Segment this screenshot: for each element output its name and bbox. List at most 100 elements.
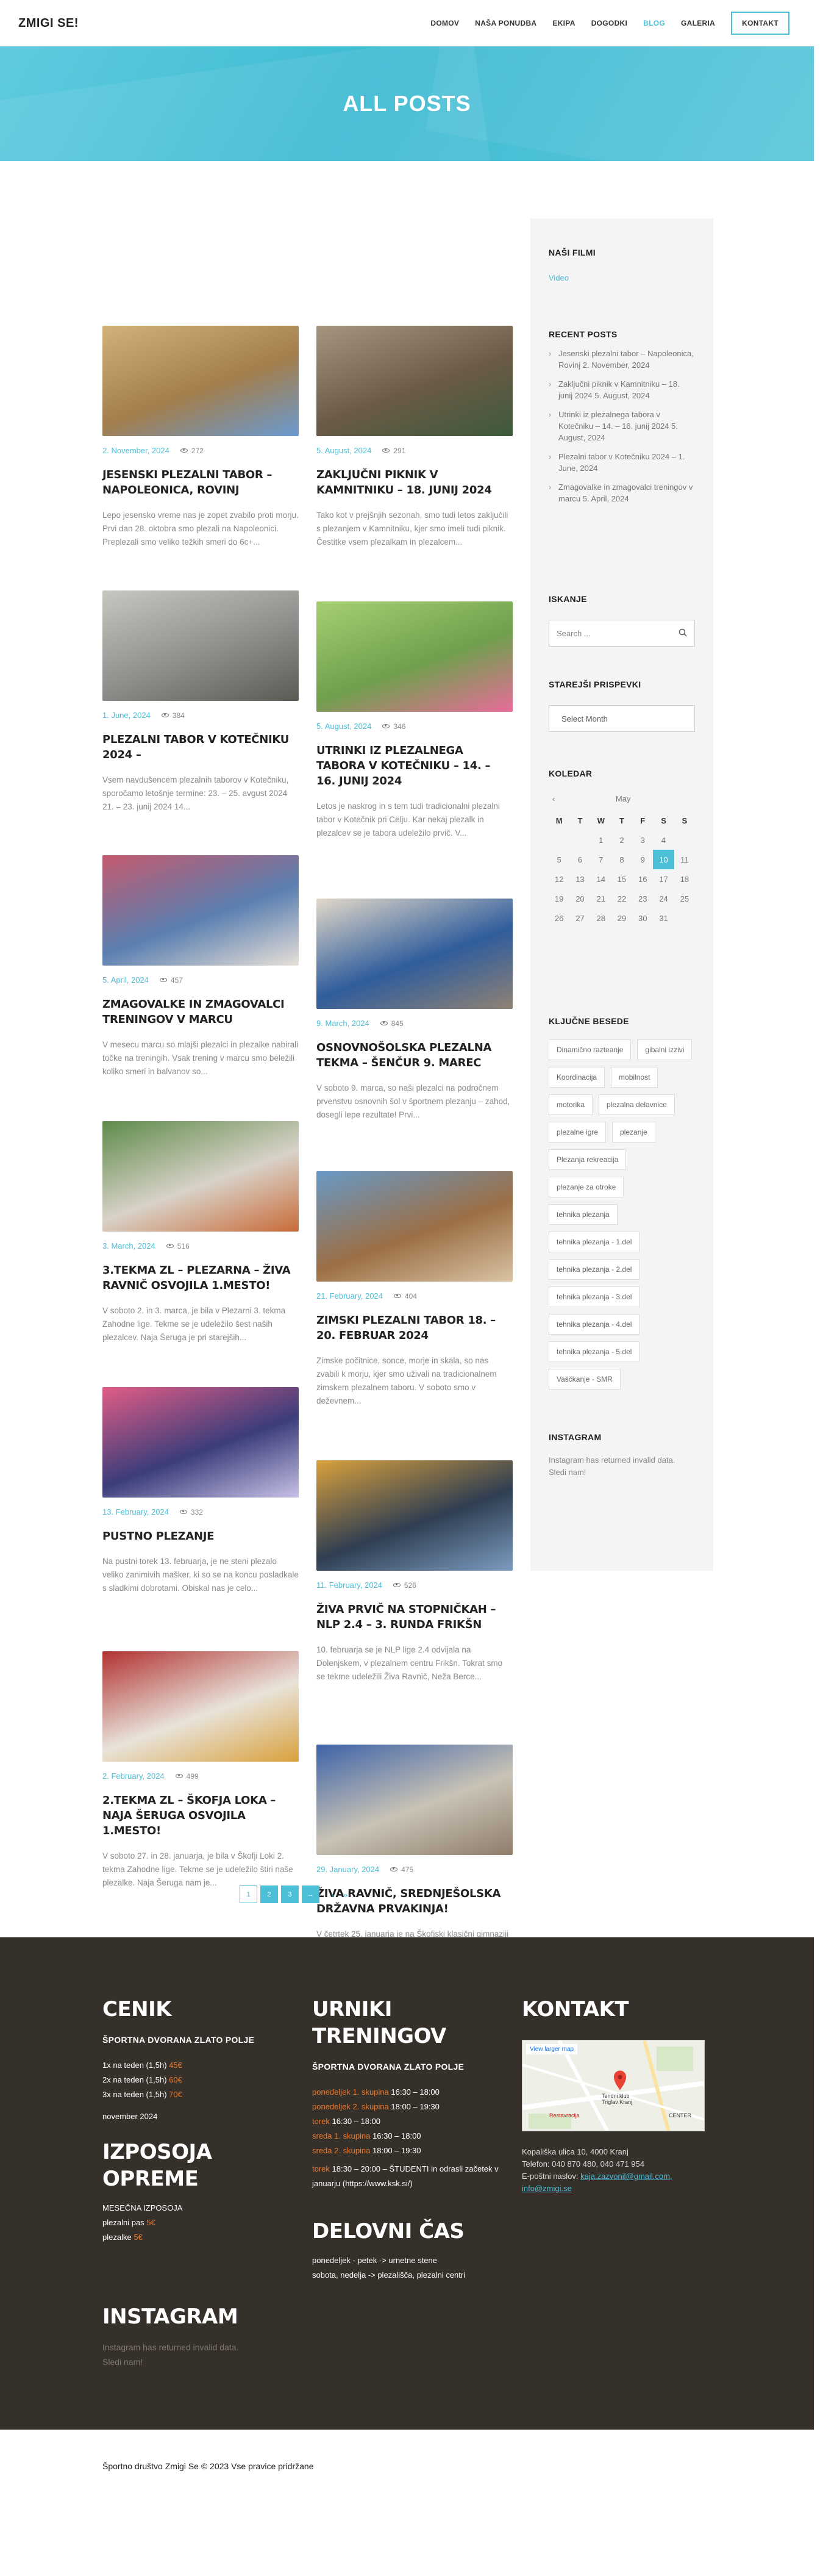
tag-link[interactable]: plezanje za otroke: [549, 1177, 624, 1197]
post-date[interactable]: 29. January, 2024: [316, 1865, 379, 1874]
post-thumbnail[interactable]: [316, 601, 513, 712]
post-title[interactable]: JESENSKI PLEZALNI TABOR – NAPOLEONICA, R…: [102, 467, 299, 498]
tag-link[interactable]: mobilnost: [611, 1067, 658, 1088]
post-date[interactable]: 3. March, 2024: [102, 1241, 155, 1250]
tag-link[interactable]: plezalne igre: [549, 1122, 607, 1143]
post-title[interactable]: OSNOVNOŠOLSKA PLEZALNA TEKMA – ŠENČUR 9.…: [316, 1040, 513, 1071]
post-date[interactable]: 2. November, 2024: [102, 446, 169, 455]
post-thumbnail[interactable]: [316, 1745, 513, 1855]
post-date[interactable]: 1. June, 2024: [102, 711, 151, 720]
email-link[interactable]: info@zmigi.se: [522, 2184, 572, 2193]
nav-dogodki[interactable]: DOGODKI: [591, 19, 627, 27]
urniki-schedule: ponedeljek 1. skupina 16:30 – 18:00 poned…: [312, 2085, 507, 2158]
tag-link[interactable]: Plezanja rekreacija: [549, 1149, 627, 1170]
sidebar-instagram-widget: INSTAGRAM Instagram has returned invalid…: [549, 1432, 695, 1479]
post-date[interactable]: 2. February, 2024: [102, 1771, 165, 1781]
nav-blog[interactable]: BLOG: [643, 19, 665, 27]
location-map[interactable]: View larger map Tendni klub Triglav Kran…: [522, 2040, 705, 2131]
nav-ekipa[interactable]: EKIPA: [552, 19, 575, 27]
izposoja-list: MESEČNA IZPOSOJA plezalni pas 5€ plezalk…: [102, 2201, 297, 2245]
post-thumbnail[interactable]: [316, 326, 513, 436]
nav-galeria[interactable]: GALERIA: [681, 19, 715, 27]
tag-link[interactable]: tehnika plezanja - 5.del: [549, 1341, 640, 1362]
tag-link[interactable]: Koordinacija: [549, 1067, 605, 1088]
schedule-day: ponedeljek 1. skupina: [312, 2087, 391, 2097]
recent-post-link[interactable]: Zmagovalke in zmagovalci treningov v mar…: [549, 481, 695, 504]
nav-nasa-ponudba[interactable]: NAŠA PONUDBA: [475, 19, 536, 27]
post-views: 526: [393, 1581, 416, 1590]
post-date[interactable]: 5. August, 2024: [316, 722, 371, 731]
tag-link[interactable]: Vaščkanje - SMR: [549, 1369, 621, 1390]
eye-icon: [382, 448, 390, 453]
post-thumbnail[interactable]: [102, 1387, 299, 1498]
post-date[interactable]: 21. February, 2024: [316, 1291, 383, 1301]
contact-info: Kopališka ulica 10, 4000 Kranj Telefon: …: [522, 2146, 717, 2195]
tag-link[interactable]: tehnika plezanja - 1.del: [549, 1232, 640, 1252]
post-title[interactable]: ŽIVA PRVIČ NA STOPNIČKAH – NLP 2.4 – 3. …: [316, 1602, 513, 1632]
next-page-link[interactable]: ›: [331, 1890, 334, 1900]
post-title[interactable]: 2.TEKMA ZL – ŠKOFJA LOKA – NAJA ŠERUGA O…: [102, 1793, 299, 1839]
search-icon[interactable]: [679, 628, 687, 639]
page-next-block[interactable]: →: [302, 1885, 319, 1903]
kontakt-title: KONTAKT: [522, 1997, 629, 2022]
tag-link[interactable]: plezalna delavnice: [599, 1094, 675, 1115]
post-view-count: 499: [186, 1771, 199, 1781]
sidebar-instagram-follow[interactable]: Sledi nam!: [549, 1466, 695, 1479]
post-view-count: 457: [170, 975, 183, 985]
kontakt-button[interactable]: KONTAKT: [731, 12, 789, 35]
post-title[interactable]: ZMAGOVALKE IN ZMAGOVALCI TRENINGOV V MAR…: [102, 997, 299, 1027]
post-date[interactable]: 11. February, 2024: [316, 1580, 382, 1590]
post-date[interactable]: 5. April, 2024: [102, 975, 149, 985]
post-thumbnail[interactable]: [316, 1460, 513, 1571]
post-thumbnail[interactable]: [316, 899, 513, 1009]
recent-post-link[interactable]: Utrinki iz plezalnega tabora v Kotečniku…: [549, 409, 695, 443]
post-thumbnail[interactable]: [102, 855, 299, 966]
video-link[interactable]: Video: [549, 273, 695, 282]
map-label: Restavracija: [549, 2112, 580, 2119]
recent-post-link[interactable]: Plezalni tabor v Kotečniku 2024 – 1. Jun…: [549, 451, 695, 474]
post-thumbnail[interactable]: [316, 1171, 513, 1282]
page-3-link[interactable]: 3: [281, 1885, 299, 1903]
page-1-link[interactable]: 1: [240, 1885, 257, 1903]
tag-link[interactable]: motorika: [549, 1094, 593, 1115]
post-date[interactable]: 13. February, 2024: [102, 1507, 169, 1516]
calendar-day: 15: [617, 874, 627, 884]
tag-link[interactable]: gibalni izzivi: [637, 1039, 693, 1060]
email-link[interactable]: kaja.zazvonil@gmail.com,: [580, 2172, 672, 2181]
footer-instagram-follow[interactable]: Sledi nam!: [102, 2355, 285, 2369]
tag-link[interactable]: tehnika plezanja: [549, 1204, 618, 1225]
post-thumbnail[interactable]: [102, 1651, 299, 1762]
page-2-link[interactable]: 2: [260, 1885, 278, 1903]
post-thumbnail[interactable]: [102, 590, 299, 701]
urniki-title: URNIKI TRENINGOV: [312, 1997, 446, 2048]
tag-link[interactable]: Dinamično razteanje: [549, 1039, 632, 1060]
post-title[interactable]: 3.TEKMA ZL – PLEZARNA – ŽIVA RAVNIČ OSVO…: [102, 1263, 299, 1293]
tag-link[interactable]: tehnika plezanja - 4.del: [549, 1314, 640, 1335]
post-title[interactable]: UTRINKI IZ PLEZALNEGA TABORA V KOTEČNIKU…: [316, 743, 513, 789]
post-date[interactable]: 5. August, 2024: [316, 446, 371, 455]
post-title[interactable]: PUSTNO PLEZANJE: [102, 1529, 299, 1544]
nav-domov[interactable]: DOMOV: [430, 19, 459, 27]
post-excerpt: Tako kot v prejšnjih sezonah, smo tudi l…: [316, 511, 508, 547]
post-thumbnail[interactable]: [102, 326, 299, 436]
izposoja-subtitle: MESEČNA IZPOSOJA: [102, 2203, 183, 2212]
calendar-prev-link[interactable]: ‹: [552, 794, 555, 803]
recent-post-link[interactable]: Jesenski plezalni tabor – Napoleonica, R…: [549, 348, 695, 371]
last-page-link[interactable]: »: [343, 1890, 348, 1900]
tag-link[interactable]: tehnika plezanja - 3.del: [549, 1286, 640, 1307]
post-title[interactable]: ZAKLJUČNI PIKNIK V KAMNITNIKU – 18. JUNI…: [316, 467, 513, 498]
map-larger-link[interactable]: View larger map: [526, 2044, 578, 2054]
recent-post-link[interactable]: Zaključni piknik v Kamnitniku – 18. juni…: [549, 378, 695, 401]
site-logo[interactable]: ZMIGI SE!: [18, 16, 79, 30]
post-view-count: 516: [177, 1241, 190, 1250]
email-label: E-poštni naslov:: [522, 2172, 581, 2181]
post-title[interactable]: ZIMSKI PLEZALNI TABOR 18. – 20. FEBRUAR …: [316, 1313, 513, 1343]
post-title[interactable]: PLEZALNI TABOR V KOTEČNIKU 2024 –: [102, 732, 299, 762]
search-input[interactable]: Search ...: [549, 620, 695, 647]
eye-icon: [390, 1867, 398, 1871]
tag-link[interactable]: plezanje: [612, 1122, 655, 1143]
tag-link[interactable]: tehnika plezanja - 2.del: [549, 1259, 640, 1280]
post-thumbnail[interactable]: [102, 1121, 299, 1232]
archive-month-select[interactable]: Select Month: [549, 705, 695, 732]
post-date[interactable]: 9. March, 2024: [316, 1019, 369, 1028]
